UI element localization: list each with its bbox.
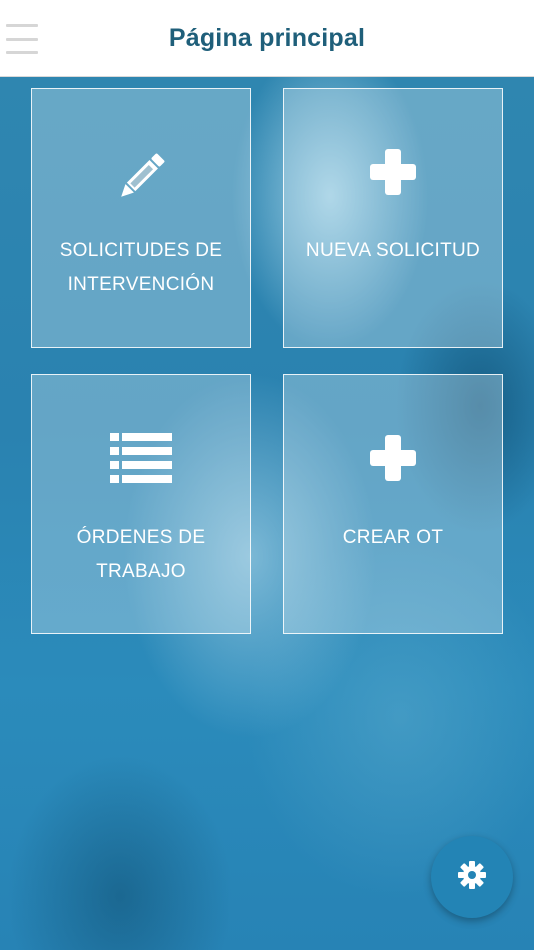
tile-nueva-solicitud[interactable]: NUEVA SOLICITUD [283,88,503,348]
tile-label: ÓRDENES DE TRABAJO [76,527,206,582]
tile-ordenes-de-trabajo[interactable]: ÓRDENES DE TRABAJO [31,374,251,634]
plus-icon [284,147,502,197]
tile-label: NUEVA SOLICITUD [305,240,481,261]
list-icon [32,433,250,483]
settings-fab-button[interactable] [431,836,513,918]
tile-crear-ot[interactable]: CREAR OT [283,374,503,634]
tile-label: CREAR OT [342,527,444,548]
page-title: Página principal [168,23,366,52]
gear-icon [457,860,487,895]
tile-solicitudes-de-intervencion[interactable]: SOLICITUDES DE INTERVENCIÓN [31,88,251,348]
app-header: Página principal [0,0,534,77]
pencil-icon [32,147,250,207]
plus-icon [284,433,502,483]
hamburger-menu-icon[interactable] [6,24,38,54]
tile-label: SOLICITUDES DE INTERVENCIÓN [59,240,223,295]
